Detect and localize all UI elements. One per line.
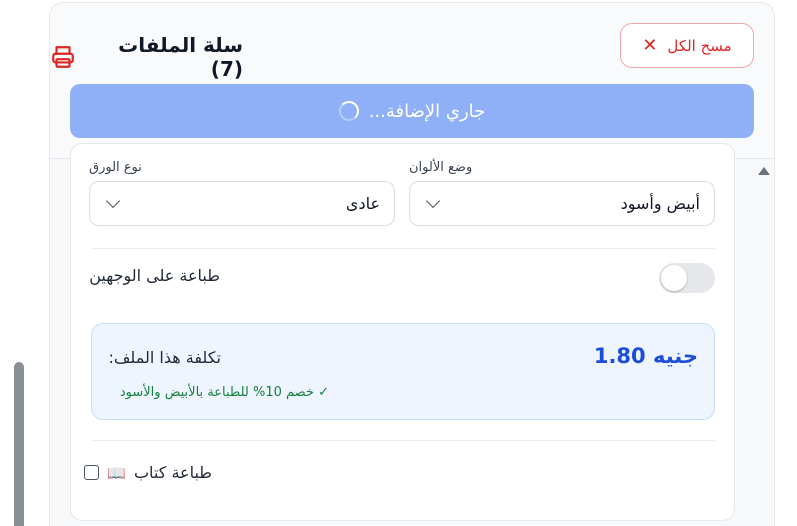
paper-type-label: نوع الورق <box>89 160 142 175</box>
clear-all-label: مسح الكل <box>667 36 732 55</box>
color-mode-select[interactable]: أبيض وأسود <box>409 181 715 226</box>
adding-status-label: ...جاري الإضافة <box>368 100 486 122</box>
adding-files-button[interactable]: ...جاري الإضافة <box>70 84 754 138</box>
file-item-card: وضع الألوان نوع الورق أبيض وأسود عادى طب… <box>70 143 735 521</box>
page-title: سلة الملفات (7) <box>118 33 243 81</box>
paper-type-value: عادى <box>345 194 380 213</box>
chevron-down-icon <box>105 193 121 209</box>
duplex-label: طباعة على الوجهين <box>89 266 220 285</box>
cost-value: جنيه 1.80 <box>593 344 698 368</box>
spinner-icon <box>338 101 359 121</box>
cart-title-group: سلة الملفات (7) <box>50 33 243 81</box>
divider <box>91 440 715 441</box>
discount-note: خصم 10% للطباعة بالأبيض والأسود ✓ <box>119 385 329 400</box>
scroll-up-arrow-icon[interactable] <box>758 167 770 175</box>
file-cart-panel: ✕ مسح الكل سلة الملفات (7) ...جاري الإضا… <box>49 2 775 526</box>
clear-all-button[interactable]: ✕ مسح الكل <box>620 23 754 68</box>
toggle-knob <box>661 265 687 291</box>
cart-header: ✕ مسح الكل سلة الملفات (7) ...جاري الإضا… <box>50 3 774 159</box>
cost-label: :تكلفة هذا الملف <box>108 348 221 367</box>
open-book-icon: 📖 <box>107 463 126 482</box>
close-icon: ✕ <box>642 34 658 56</box>
color-mode-label: وضع الألوان <box>409 160 473 175</box>
duplex-toggle[interactable] <box>659 263 715 293</box>
cost-summary: :تكلفة هذا الملف جنيه 1.80 خصم 10% للطبا… <box>91 323 715 420</box>
paper-type-select[interactable]: عادى <box>89 181 395 226</box>
book-print-option[interactable]: طباعة كتاب 📖 <box>84 463 212 482</box>
book-print-checkbox[interactable] <box>84 465 100 480</box>
printer-icon <box>50 44 76 70</box>
page-scrollbar-thumb[interactable] <box>14 362 24 526</box>
page-scrollbar[interactable] <box>0 0 30 526</box>
color-mode-value: أبيض وأسود <box>620 194 700 213</box>
chevron-down-icon <box>425 193 441 209</box>
book-print-label: طباعة كتاب <box>133 463 212 482</box>
divider <box>91 248 715 249</box>
